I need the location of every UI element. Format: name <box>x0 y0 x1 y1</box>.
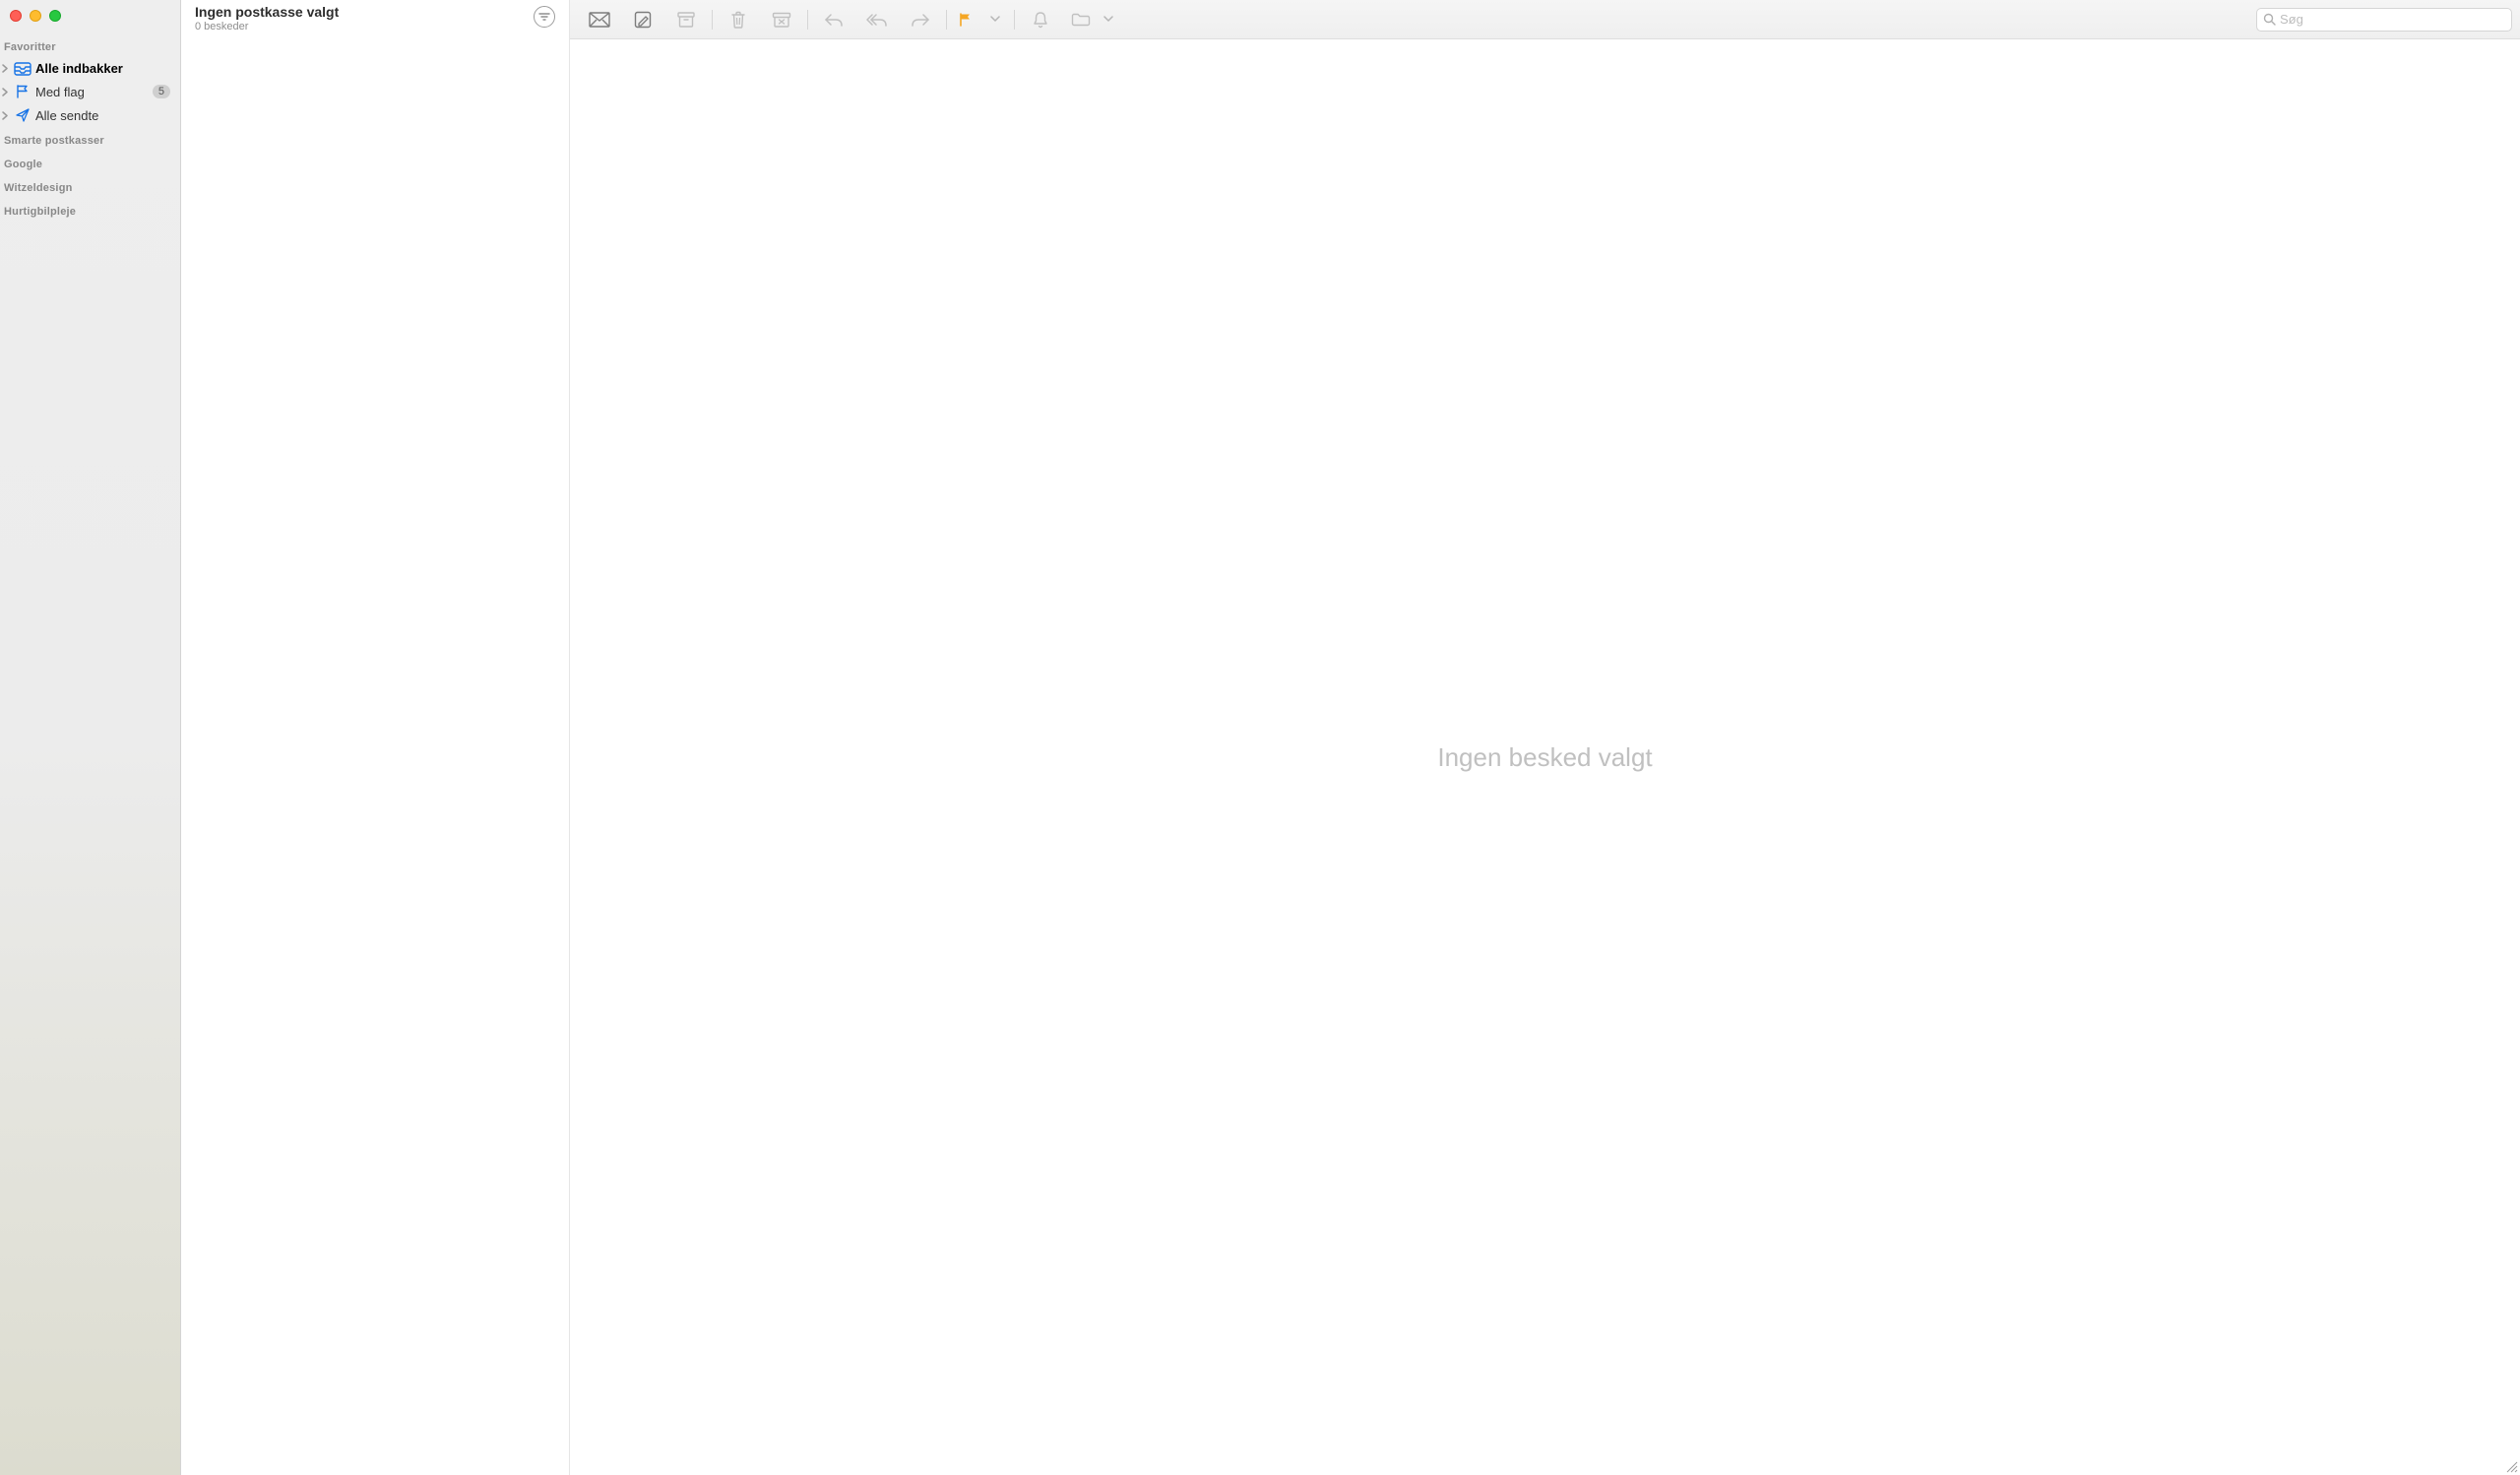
sidebar-item-label: Alle sendte <box>35 108 174 123</box>
flag-button[interactable] <box>951 3 980 36</box>
flag-icon <box>14 84 32 99</box>
envelope-icon <box>589 12 610 28</box>
sidebar-item-label: Med flag <box>35 85 149 99</box>
inbox-tray-icon <box>14 62 32 76</box>
sidebar-item-all-sent[interactable]: Alle sendte <box>0 103 180 127</box>
junk-box-icon <box>772 12 791 28</box>
message-list-pane: Ingen postkasse valgt 0 beskeder <box>181 0 570 1475</box>
archive-button[interactable] <box>664 3 708 36</box>
search-input[interactable] <box>2280 12 2505 27</box>
delete-button[interactable] <box>717 3 760 36</box>
flag-menu-button[interactable] <box>980 3 1010 36</box>
reply-all-button[interactable] <box>855 3 899 36</box>
trash-icon <box>730 11 746 29</box>
window-close-button[interactable] <box>10 10 22 22</box>
resize-grip[interactable] <box>2504 1459 2518 1473</box>
mailbox-title: Ingen postkasse valgt <box>195 4 339 20</box>
flag-fill-icon <box>958 12 974 28</box>
chevron-down-icon <box>1103 16 1113 23</box>
sidebar-section-witzeldesign[interactable]: Witzeldesign <box>0 174 180 198</box>
toolbar-separator <box>946 10 947 30</box>
toolbar-separator <box>712 10 713 30</box>
chevron-right-icon[interactable] <box>0 64 10 73</box>
move-menu-button[interactable] <box>1100 3 1117 36</box>
reply-arrow-icon <box>824 13 844 27</box>
sidebar-section-hurtigbilpleje[interactable]: Hurtigbilpleje <box>0 198 180 222</box>
sidebar-item-flagged[interactable]: Med flag 5 <box>0 80 180 103</box>
window-controls <box>0 4 180 33</box>
content-pane: Ingen besked valgt <box>570 0 2520 1475</box>
empty-state-text: Ingen besked valgt <box>1437 742 1652 773</box>
sidebar-section-google[interactable]: Google <box>0 151 180 174</box>
move-button[interactable] <box>1062 3 1100 36</box>
get-mail-button[interactable] <box>578 3 621 36</box>
chevron-down-icon <box>990 16 1000 23</box>
reply-button[interactable] <box>812 3 855 36</box>
reply-all-arrow-icon <box>866 13 888 27</box>
search-icon <box>2263 13 2276 26</box>
window-zoom-button[interactable] <box>49 10 61 22</box>
chevron-right-icon[interactable] <box>0 88 10 96</box>
bell-icon <box>1033 11 1048 29</box>
sidebar-section-favorites[interactable]: Favoritter <box>0 33 180 57</box>
app-window: Favoritter Alle indbakker <box>0 0 2520 1475</box>
folder-icon <box>1071 13 1091 27</box>
mailbox-message-count: 0 beskeder <box>195 21 339 32</box>
archivebox-icon <box>677 12 695 28</box>
toolbar-separator <box>1014 10 1015 30</box>
message-list-header: Ingen postkasse valgt 0 beskeder <box>181 0 569 33</box>
filter-lines-icon <box>538 12 550 22</box>
message-viewer: Ingen besked valgt <box>570 39 2520 1475</box>
mute-button[interactable] <box>1019 3 1062 36</box>
unread-badge: 5 <box>153 85 170 98</box>
filter-button[interactable] <box>534 6 555 28</box>
toolbar-separator <box>807 10 808 30</box>
sidebar-item-label: Alle indbakker <box>35 61 174 76</box>
chevron-right-icon[interactable] <box>0 111 10 120</box>
toolbar <box>570 0 2520 39</box>
forward-arrow-icon <box>911 13 930 27</box>
forward-button[interactable] <box>899 3 942 36</box>
square-pencil-icon <box>634 11 652 29</box>
junk-button[interactable] <box>760 3 803 36</box>
window-minimize-button[interactable] <box>30 10 41 22</box>
sidebar-section-smart-mailboxes[interactable]: Smarte postkasser <box>0 127 180 151</box>
sidebar-item-all-inboxes[interactable]: Alle indbakker <box>0 57 180 80</box>
compose-button[interactable] <box>621 3 664 36</box>
sidebar: Favoritter Alle indbakker <box>0 0 181 1475</box>
paperplane-icon <box>14 107 32 123</box>
search-field[interactable] <box>2256 8 2512 32</box>
